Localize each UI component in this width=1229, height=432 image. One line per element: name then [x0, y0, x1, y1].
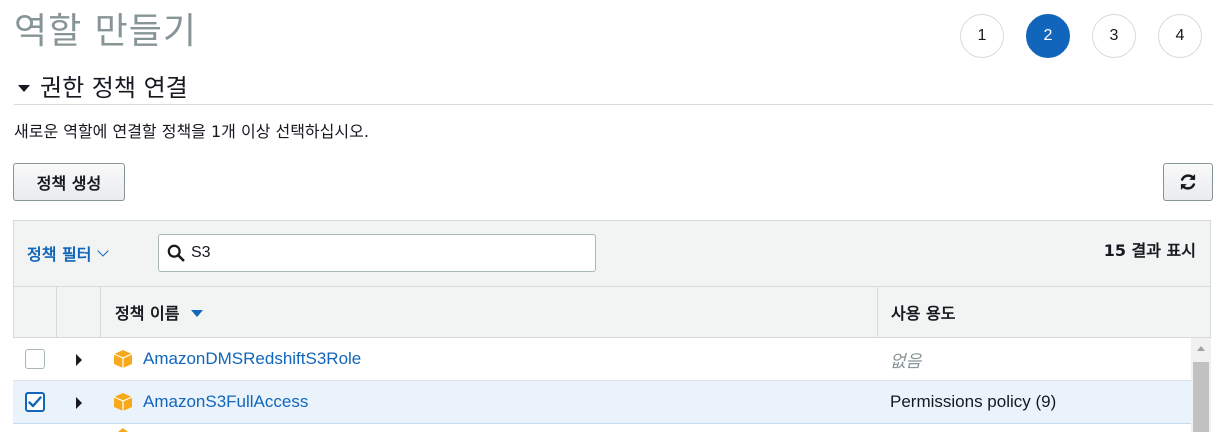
scroll-up-arrow-icon[interactable] [1197, 346, 1205, 351]
step-1[interactable]: 1 [960, 14, 1004, 58]
search-box[interactable] [158, 234, 596, 272]
expand-caret-icon[interactable] [76, 354, 82, 366]
checkmark-icon [28, 396, 42, 408]
step-3[interactable]: 3 [1092, 14, 1136, 58]
refresh-button[interactable] [1163, 163, 1213, 201]
scrollbar[interactable] [1191, 338, 1211, 432]
collapse-caret-icon[interactable] [18, 84, 30, 92]
policy-box-icon [113, 393, 133, 411]
policy-filter-label: 정책 필터 [27, 245, 92, 264]
chevron-down-icon [97, 245, 110, 257]
wizard-steps: 1 2 3 4 [960, 14, 1224, 58]
step-2[interactable]: 2 [1026, 14, 1070, 58]
scroll-thumb[interactable] [1193, 362, 1209, 432]
step-4[interactable]: 4 [1158, 14, 1202, 58]
policy-box-icon [118, 428, 128, 432]
search-input[interactable] [191, 244, 571, 262]
search-icon [167, 244, 185, 262]
header-expand-column [57, 287, 101, 337]
result-count: 15 결과 표시 [1103, 241, 1196, 260]
table-row[interactable]: AmazonS3FullAccess Permissions policy (9… [13, 381, 1191, 424]
column-header-policy-name[interactable]: 정책 이름 [101, 287, 878, 337]
section-header[interactable]: 권한 정책 연결 [14, 66, 1213, 105]
column-label-policy-name: 정책 이름 [115, 304, 180, 323]
column-label-usage: 사용 용도 [891, 304, 956, 323]
row-checkbox[interactable] [25, 349, 45, 369]
header-select-column [14, 287, 57, 337]
create-policy-button[interactable]: 정책 생성 [13, 163, 125, 201]
sort-desc-icon[interactable] [191, 310, 204, 317]
filter-bar: 정책 필터 15 결과 표시 [13, 220, 1211, 286]
section-description: 새로운 역할에 연결할 정책을 1개 이상 선택하십시오. [14, 122, 369, 141]
usage-value: Permissions policy (9) [890, 392, 1057, 411]
refresh-icon [1180, 174, 1196, 190]
expand-caret-icon[interactable] [76, 397, 82, 409]
usage-value: 없음 [890, 352, 922, 372]
policy-name-link[interactable]: AmazonDMSRedshiftS3Role [143, 349, 361, 369]
row-checkbox-checked[interactable] [25, 392, 45, 412]
table-header: 정책 이름 사용 용도 [13, 286, 1211, 338]
policy-filter-dropdown[interactable]: 정책 필터 [27, 241, 110, 265]
policy-box-icon [113, 350, 133, 368]
table-row[interactable]: AmazonDMSRedshiftS3Role 없음 [13, 338, 1191, 381]
policy-name-link[interactable]: AmazonS3FullAccess [143, 392, 308, 412]
section-title: 권한 정책 연결 [40, 73, 188, 102]
column-header-usage[interactable]: 사용 용도 [878, 287, 1211, 337]
page-title: 역할 만들기 [14, 11, 198, 52]
